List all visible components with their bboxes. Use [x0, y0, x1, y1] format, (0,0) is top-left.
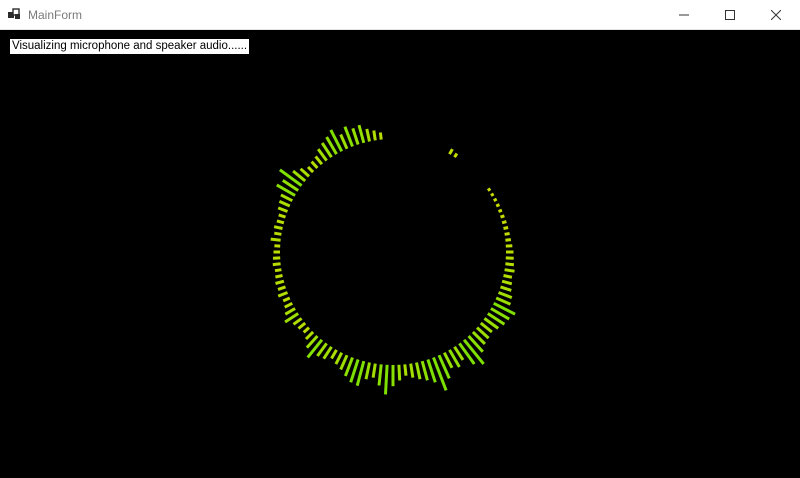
spectrum-bar [330, 349, 338, 360]
spectrum-bar [486, 187, 492, 192]
spectrum-bar [275, 274, 283, 279]
spectrum-bar [284, 301, 293, 309]
spectrum-bar [377, 364, 383, 386]
spectrum-bar [504, 232, 510, 236]
spectrum-bar [278, 200, 291, 208]
spectrum-bar [299, 167, 311, 178]
minimize-icon [679, 14, 689, 15]
spectrum-bar [339, 354, 349, 371]
main-form-window: MainForm Visualizing microphone and spea… [0, 0, 800, 478]
spectrum-bar [306, 165, 315, 174]
maximize-icon [725, 9, 735, 20]
spectrum-bar [505, 238, 512, 242]
spectrum-bar [477, 174, 479, 176]
spectrum-bar [420, 360, 429, 381]
spectrum-bar [277, 291, 289, 298]
window-title: MainForm [28, 8, 83, 22]
spectrum-bar [302, 326, 311, 334]
spectrum-bar [277, 206, 289, 213]
spectrum-bar [432, 356, 448, 391]
spectrum-bar [495, 203, 501, 208]
spectrum-bar [484, 184, 486, 186]
spectrum-bar [492, 197, 498, 203]
spectrum-bar [501, 279, 513, 286]
spectrum-bar [277, 285, 286, 291]
spectrum-bar [278, 213, 286, 219]
spectrum-bar [292, 317, 303, 326]
app-form-icon [8, 8, 20, 19]
spectrum-bar [403, 364, 408, 376]
spectrum-bar [304, 330, 315, 341]
spectrum-bar [448, 148, 454, 155]
spectrum-bar [415, 362, 422, 380]
spectrum-bar [434, 144, 435, 147]
title-bar[interactable]: MainForm [0, 0, 800, 30]
spectrum-bar [314, 155, 324, 166]
spectrum-bar [280, 193, 293, 203]
spectrum-bar [274, 231, 282, 236]
spectrum-bar [458, 342, 476, 365]
spectrum-bar [459, 158, 461, 160]
spectrum-bar [372, 130, 377, 141]
spectrum-bar [275, 279, 285, 285]
spectrum-bar [270, 237, 281, 242]
spectrum-bar [282, 296, 291, 303]
spectrum-bar [464, 162, 466, 164]
spectrum-bar [284, 307, 296, 316]
spectrum-bar [439, 146, 440, 149]
spectrum-bar [355, 360, 366, 387]
close-button[interactable] [753, 0, 799, 29]
spectrum-bar [272, 262, 281, 267]
spectrum-bar [371, 363, 377, 378]
spectrum-bar [495, 296, 512, 306]
spectrum-bar [409, 363, 415, 378]
spectrum-bar [504, 268, 515, 273]
spectrum-bar [428, 142, 429, 145]
spectrum-bar [279, 168, 303, 187]
spectrum-bar [453, 152, 459, 159]
spectrum-bar [505, 262, 515, 267]
spectrum-bar [397, 364, 402, 381]
spectrum-bar [481, 179, 483, 181]
spectrum-bar [365, 128, 371, 142]
client-area: Visualizing microphone and speaker audio… [0, 30, 800, 478]
status-label: Visualizing microphone and speaker audio… [10, 39, 250, 54]
spectrum-bar [364, 362, 371, 380]
spectrum-bar [351, 127, 360, 145]
spectrum-bar [297, 321, 307, 330]
spectrum-bar [276, 219, 285, 225]
spectrum-bar [490, 192, 495, 197]
spectrum-bar [378, 132, 383, 140]
spectrum-bar [501, 220, 507, 225]
spectrum-bar [273, 225, 283, 230]
spectrum-bar [497, 291, 513, 300]
spectrum-bar [500, 285, 512, 292]
spectrum-bar [274, 268, 282, 273]
spectrum-bar [500, 214, 505, 219]
spectrum-bar [469, 166, 471, 168]
spectrum-bar [503, 226, 509, 230]
minimize-button[interactable] [661, 0, 707, 29]
audio-visualizer-canvas [270, 124, 516, 395]
spectrum-bar [357, 124, 366, 144]
spectrum-bar [339, 133, 349, 150]
spectrum-bar [384, 364, 389, 395]
close-icon [771, 9, 781, 20]
spectrum-bar [417, 139, 418, 142]
spectrum-bar [497, 208, 503, 213]
spectrum-bar [444, 149, 445, 152]
spectrum-bar [334, 352, 344, 365]
spectrum-bar [422, 140, 423, 143]
spectrum-bar [473, 170, 475, 172]
spectrum-bar [503, 274, 513, 279]
maximize-button[interactable] [707, 0, 753, 29]
spectrum-bar [310, 160, 319, 170]
spectrum-bar [343, 356, 354, 377]
spectrum-bar [322, 345, 333, 360]
